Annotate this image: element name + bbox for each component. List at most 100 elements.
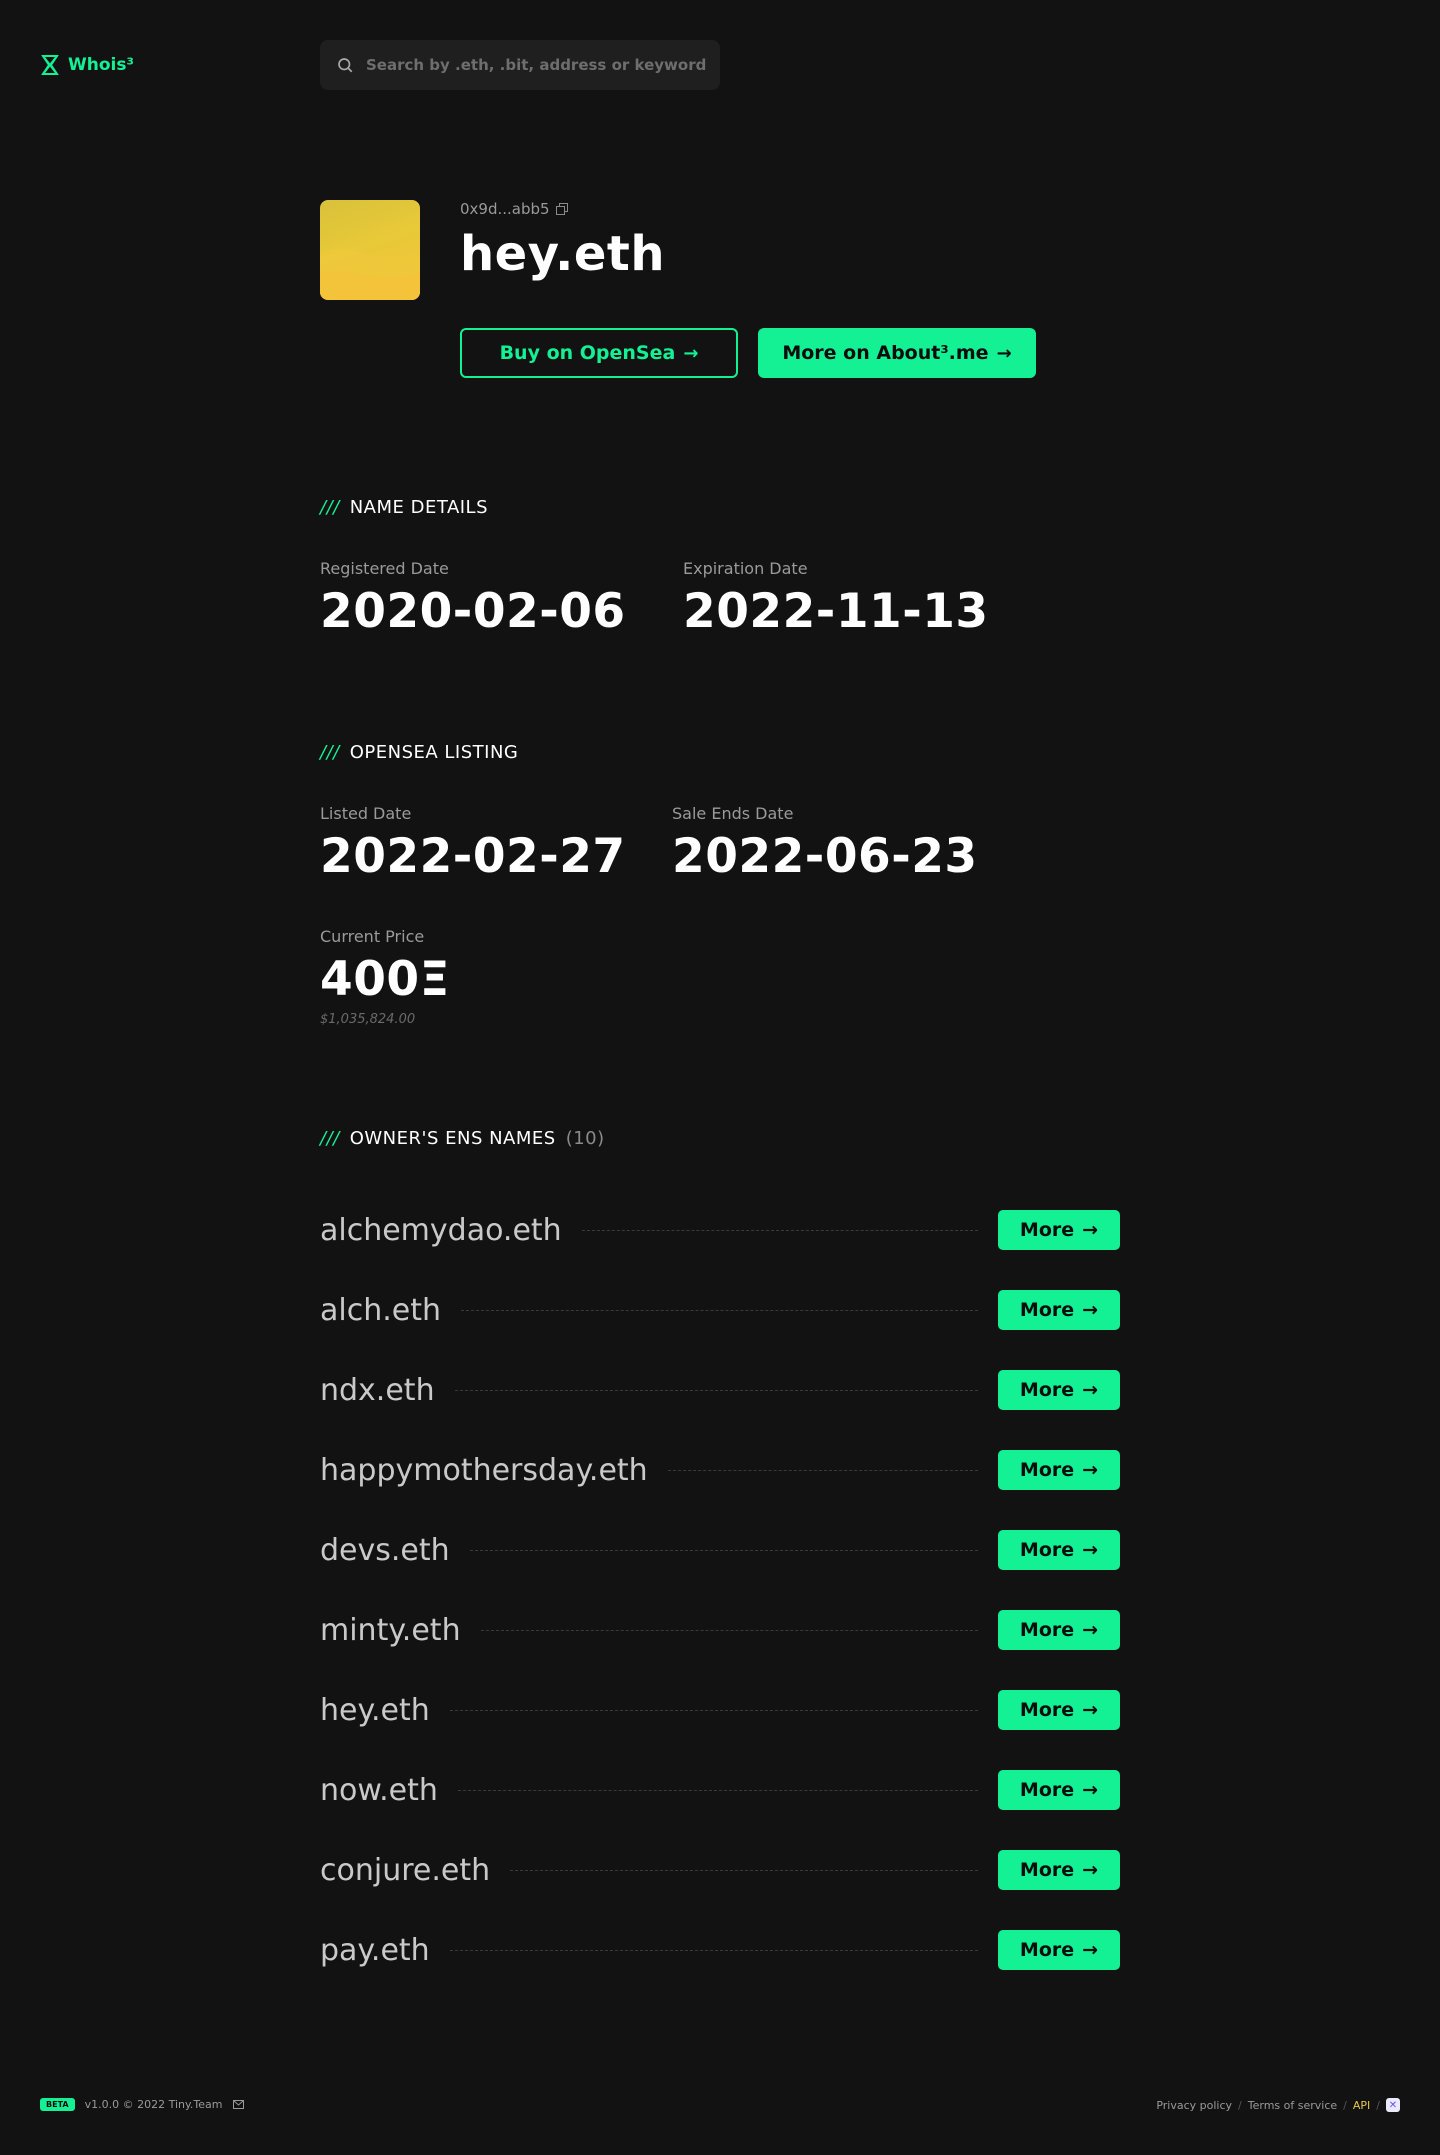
- more-label: More: [1019, 1459, 1075, 1481]
- buy-on-opensea-button[interactable]: Buy on OpenSea →: [460, 328, 738, 378]
- more-button-label: More on About³.me: [782, 342, 989, 364]
- section-title: OPENSEA LISTING: [349, 742, 519, 763]
- ens-name[interactable]: ndx.eth: [320, 1373, 435, 1408]
- names-count: (10): [565, 1128, 605, 1149]
- more-label: More: [1019, 1779, 1075, 1801]
- slashes-icon: ///: [320, 1128, 340, 1149]
- expiration-date-label: Expiration Date: [683, 559, 808, 578]
- search-bar[interactable]: [320, 40, 720, 90]
- privacy-policy-link[interactable]: Privacy policy: [1156, 2099, 1232, 2112]
- arrow-right-icon: →: [1082, 1459, 1099, 1481]
- arrow-right-icon: →: [1082, 1539, 1099, 1561]
- ens-name[interactable]: now.eth: [320, 1773, 438, 1808]
- more-label: More: [1019, 1699, 1075, 1721]
- dotted-divider: [454, 1389, 978, 1391]
- separator: /: [1376, 2098, 1380, 2112]
- more-label: More: [1019, 1219, 1075, 1241]
- search-icon: [338, 58, 353, 73]
- api-link[interactable]: API: [1353, 2099, 1370, 2112]
- more-button[interactable]: More →: [998, 1210, 1120, 1250]
- list-item: alchemydao.eth More →: [320, 1190, 1120, 1270]
- list-item: ndx.eth More →: [320, 1350, 1120, 1430]
- ens-name[interactable]: alch.eth: [320, 1293, 441, 1328]
- arrow-right-icon: →: [683, 342, 699, 364]
- ens-name[interactable]: pay.eth: [320, 1933, 430, 1968]
- footer-links: Privacy policy / Terms of service / API …: [1156, 2098, 1400, 2112]
- expiration-date-value: 2022-11-13: [683, 584, 989, 639]
- page-title: hey.eth: [460, 226, 666, 282]
- separator: /: [1238, 2098, 1242, 2112]
- dotted-divider: [581, 1229, 978, 1231]
- list-item: conjure.eth More →: [320, 1830, 1120, 1910]
- slashes-icon: ///: [320, 742, 340, 763]
- ens-name[interactable]: devs.eth: [320, 1533, 450, 1568]
- dotted-divider: [449, 1709, 978, 1711]
- mail-icon[interactable]: [232, 2100, 244, 2109]
- listed-date-value: 2022-02-27: [320, 829, 626, 884]
- current-price-usd: $1,035,824.00: [320, 1012, 416, 1027]
- arrow-right-icon: →: [1082, 1939, 1099, 1961]
- buy-button-label: Buy on OpenSea: [499, 342, 676, 364]
- ens-name[interactable]: minty.eth: [320, 1613, 461, 1648]
- name-details-heading: /// NAME DETAILS: [320, 497, 488, 518]
- more-on-about-button[interactable]: More on About³.me →: [758, 328, 1036, 378]
- more-button[interactable]: More →: [998, 1690, 1120, 1730]
- registered-date-label: Registered Date: [320, 559, 449, 578]
- ens-name[interactable]: happymothersday.eth: [320, 1453, 648, 1488]
- ens-name[interactable]: conjure.eth: [320, 1853, 490, 1888]
- list-item: happymothersday.eth More →: [320, 1430, 1120, 1510]
- app-name: Whois³: [68, 55, 134, 75]
- more-button[interactable]: More →: [998, 1610, 1120, 1650]
- app-badge-icon[interactable]: ✕: [1386, 2098, 1400, 2112]
- more-button[interactable]: More →: [998, 1370, 1120, 1410]
- dotted-divider: [457, 1789, 978, 1791]
- arrow-right-icon: →: [1082, 1779, 1099, 1801]
- copy-icon[interactable]: [555, 203, 568, 215]
- more-button[interactable]: More →: [998, 1930, 1120, 1970]
- registered-date-value: 2020-02-06: [320, 584, 626, 639]
- arrow-right-icon: →: [996, 342, 1012, 364]
- dotted-divider: [510, 1869, 978, 1871]
- more-label: More: [1019, 1539, 1075, 1561]
- more-button[interactable]: More →: [998, 1450, 1120, 1490]
- terms-of-service-link[interactable]: Terms of service: [1248, 2099, 1337, 2112]
- arrow-right-icon: →: [1082, 1219, 1099, 1241]
- hourglass-icon: [41, 55, 59, 75]
- app-logo[interactable]: Whois³: [40, 54, 134, 76]
- more-button[interactable]: More →: [998, 1850, 1120, 1890]
- more-label: More: [1019, 1299, 1075, 1321]
- section-title: NAME DETAILS: [349, 497, 489, 518]
- dotted-divider: [480, 1629, 978, 1631]
- dotted-divider: [469, 1549, 978, 1551]
- dotted-divider: [461, 1309, 978, 1311]
- current-price-value: 400Ξ: [320, 952, 450, 1007]
- list-item: now.eth More →: [320, 1750, 1120, 1830]
- beta-badge: BETA: [40, 2098, 75, 2111]
- slashes-icon: ///: [320, 497, 340, 518]
- more-button[interactable]: More →: [998, 1530, 1120, 1570]
- search-input[interactable]: [366, 56, 706, 74]
- list-item: hey.eth More →: [320, 1670, 1120, 1750]
- arrow-right-icon: →: [1082, 1379, 1099, 1401]
- owner-address: 0x9d...abb5: [460, 200, 568, 218]
- dotted-divider: [449, 1949, 978, 1951]
- current-price-label: Current Price: [320, 927, 425, 946]
- more-label: More: [1019, 1379, 1075, 1401]
- ens-name[interactable]: hey.eth: [320, 1693, 430, 1728]
- name-avatar: [320, 200, 420, 300]
- sale-ends-date-label: Sale Ends Date: [672, 804, 794, 823]
- more-label: More: [1019, 1619, 1075, 1641]
- list-item: pay.eth More →: [320, 1910, 1120, 1990]
- list-item: alch.eth More →: [320, 1270, 1120, 1350]
- arrow-right-icon: →: [1082, 1299, 1099, 1321]
- sale-ends-date-value: 2022-06-23: [672, 829, 978, 884]
- more-button[interactable]: More →: [998, 1290, 1120, 1330]
- arrow-right-icon: →: [1082, 1699, 1099, 1721]
- footer-left: BETA v1.0.0 © 2022 Tiny.Team: [40, 2098, 244, 2111]
- ens-name[interactable]: alchemydao.eth: [320, 1213, 562, 1248]
- arrow-right-icon: →: [1082, 1619, 1099, 1641]
- opensea-listing-heading: /// OPENSEA LISTING: [320, 742, 518, 763]
- list-item: devs.eth More →: [320, 1510, 1120, 1590]
- more-button[interactable]: More →: [998, 1770, 1120, 1810]
- owner-ens-names-heading: /// OWNER'S ENS NAMES (10): [320, 1128, 605, 1149]
